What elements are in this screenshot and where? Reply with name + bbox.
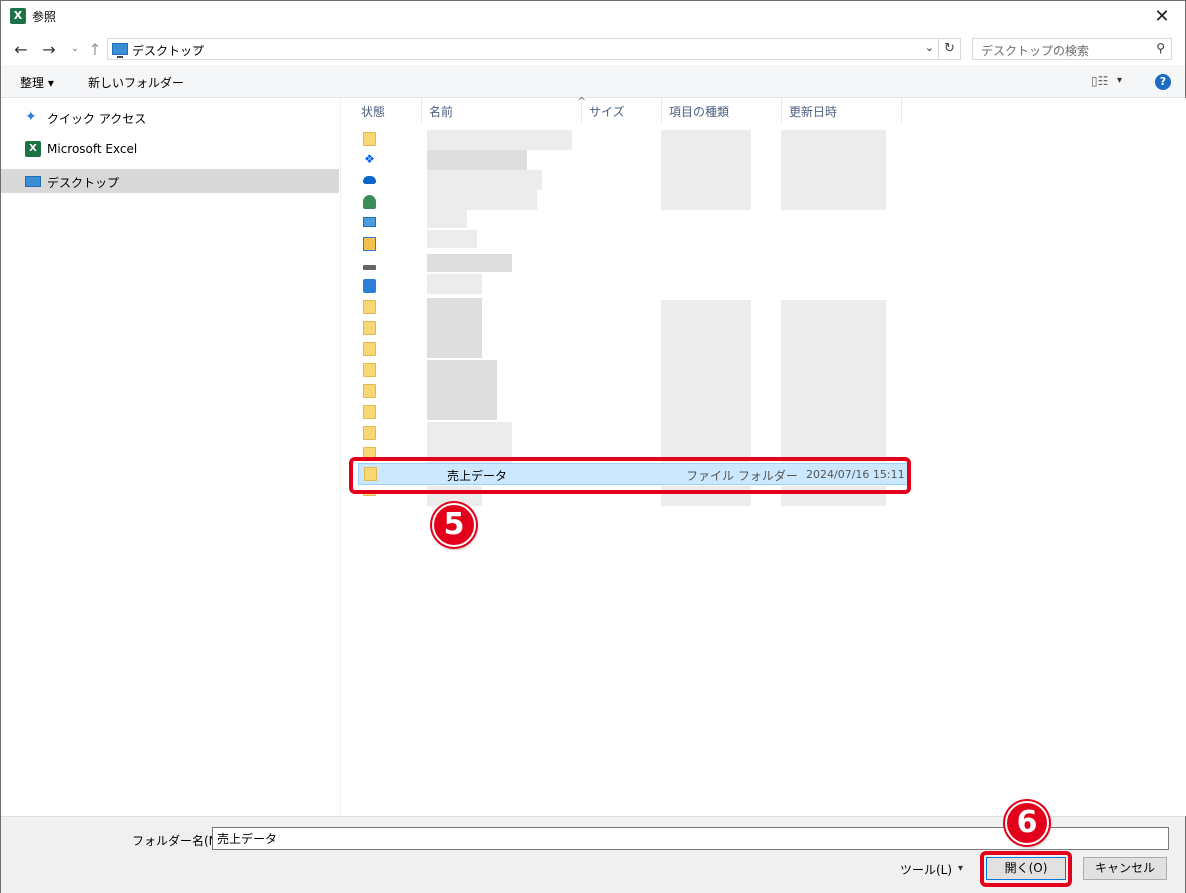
libraries-icon[interactable] — [363, 237, 376, 251]
view-options-icon[interactable]: ▯☷ — [1091, 74, 1108, 88]
recent-locations-chevron-icon[interactable]: ⌄ — [65, 43, 85, 54]
forward-arrow-icon[interactable]: → — [39, 40, 59, 59]
folder-icon[interactable] — [363, 405, 376, 419]
browse-dialog: X 参照 ✕ ← → ⌄ ↑ デスクトップ › ⌄ ↻ デスクトップの検索 ⚲ … — [0, 0, 1186, 893]
redacted-name — [427, 230, 477, 248]
search-input[interactable]: デスクトップの検索 ⚲ — [972, 38, 1172, 60]
excel-app-icon: X — [10, 8, 26, 24]
breadcrumb-chevron-icon[interactable]: › — [194, 41, 199, 55]
tools-dropdown-icon[interactable]: ▾ — [958, 863, 963, 874]
onedrive-icon[interactable] — [363, 176, 376, 184]
redacted-name — [427, 254, 512, 272]
up-arrow-icon[interactable]: ↑ — [85, 40, 105, 59]
sidebar-item-label: デスクトップ — [47, 176, 120, 190]
redacted-name — [427, 360, 497, 420]
address-bar[interactable]: デスクトップ › ⌄ — [107, 38, 939, 60]
redacted-name — [427, 170, 542, 190]
back-arrow-icon[interactable]: ← — [11, 40, 31, 59]
network-icon[interactable] — [363, 279, 376, 293]
annotation-highlight-step5 — [349, 457, 911, 494]
column-header-name[interactable]: 名前 ^ — [422, 95, 586, 122]
desktop-icon — [112, 43, 128, 58]
dropbox-icon[interactable]: ❖ — [363, 152, 376, 166]
redacted-type — [661, 130, 751, 210]
redacted-date — [781, 130, 886, 210]
navigation-bar: ← → ⌄ ↑ デスクトップ › ⌄ ↻ デスクトップの検索 ⚲ — [1, 32, 1185, 65]
navigation-pane: ✦ クイック アクセス X Microsoft Excel デスクトップ — [1, 98, 341, 816]
refresh-icon[interactable]: ↻ — [939, 38, 961, 60]
user-folder-icon[interactable] — [363, 195, 376, 209]
redacted-type — [661, 300, 751, 462]
window-title: 参照 — [32, 10, 57, 24]
sidebar-item-label: クイック アクセス — [47, 112, 147, 126]
excel-icon: X — [25, 141, 41, 157]
title-bar: X 参照 ✕ — [1, 1, 1185, 32]
column-header-status[interactable]: 状態 — [342, 98, 422, 122]
sidebar-item-desktop[interactable]: デスクトップ — [1, 169, 339, 193]
redacted-date — [781, 300, 886, 462]
redacted-name — [427, 274, 482, 294]
command-bar: 整理 ▾ 新しいフォルダー ▯☷ ▾ ? — [1, 65, 1185, 98]
sidebar-item-quick-access[interactable]: ✦ クイック アクセス — [1, 105, 339, 129]
annotation-badge-step6: 6 — [1005, 801, 1049, 845]
close-button[interactable]: ✕ — [1139, 1, 1185, 32]
sidebar-item-label: Microsoft Excel — [47, 142, 138, 156]
column-header-label: 名前 — [429, 105, 454, 119]
annotation-badge-step5: 5 — [432, 503, 476, 547]
drive-icon[interactable] — [363, 265, 376, 270]
search-icon: ⚲ — [1156, 41, 1165, 55]
tools-button[interactable]: ツール(L) — [900, 861, 952, 878]
new-folder-button[interactable]: 新しいフォルダー — [88, 74, 184, 91]
folder-icon[interactable] — [363, 342, 376, 356]
redacted-name — [427, 190, 537, 210]
star-icon: ✦ — [25, 109, 37, 125]
desktop-icon — [25, 176, 41, 187]
sidebar-item-microsoft-excel[interactable]: X Microsoft Excel — [1, 137, 339, 161]
folder-icon[interactable] — [363, 300, 376, 314]
view-dropdown-icon[interactable]: ▾ — [1117, 75, 1122, 86]
folder-icon[interactable] — [363, 363, 376, 377]
address-dropdown-icon[interactable]: ⌄ — [925, 41, 934, 54]
redacted-name — [427, 298, 482, 358]
column-header-size[interactable]: サイズ — [582, 98, 662, 122]
redacted-name — [427, 210, 467, 228]
redacted-name — [427, 150, 527, 170]
folder-icon[interactable] — [363, 384, 376, 398]
column-header-type[interactable]: 項目の種類 — [662, 98, 782, 122]
this-pc-icon[interactable] — [363, 217, 376, 227]
folder-icon[interactable] — [363, 321, 376, 335]
search-placeholder: デスクトップの検索 — [981, 44, 1090, 58]
annotation-highlight-step6 — [980, 851, 1072, 887]
folder-icon[interactable] — [363, 132, 376, 146]
cancel-button[interactable]: キャンセル — [1083, 857, 1167, 880]
folder-icon[interactable] — [363, 426, 376, 440]
help-icon[interactable]: ? — [1155, 74, 1171, 90]
column-header-date[interactable]: 更新日時 — [782, 98, 902, 122]
organize-button[interactable]: 整理 ▾ — [20, 74, 54, 91]
redacted-name — [427, 130, 572, 150]
